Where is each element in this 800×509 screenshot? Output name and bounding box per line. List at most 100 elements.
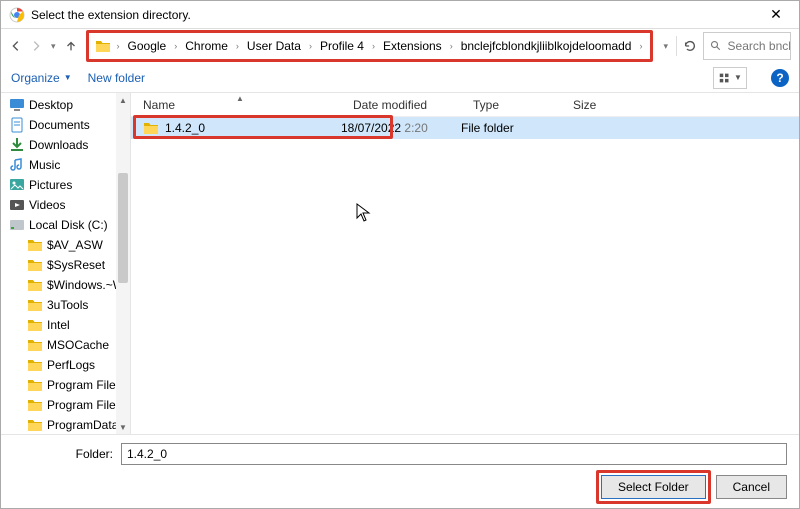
pictures-icon [9, 177, 25, 193]
tree-scrollbar[interactable]: ▲ ▼ [116, 93, 130, 434]
refresh-button[interactable] [683, 35, 697, 57]
column-size[interactable]: Size [561, 98, 621, 112]
scroll-down-button[interactable]: ▼ [116, 420, 130, 434]
music-icon [9, 157, 25, 173]
folder-name-input[interactable] [121, 443, 787, 465]
tree-item[interactable]: Videos [1, 195, 130, 215]
tree-item-label: Downloads [29, 138, 88, 152]
tree-item-label: $SysReset [47, 258, 105, 272]
forward-button[interactable] [29, 35, 43, 57]
column-date[interactable]: Date modified [341, 98, 461, 112]
select-folder-button[interactable]: Select Folder [601, 475, 706, 499]
folder-icon [143, 120, 159, 136]
tree-item[interactable]: Local Disk (C:) [1, 215, 130, 235]
view-options-button[interactable]: ▼ [713, 67, 747, 89]
breadcrumb-seg[interactable]: Extensions [381, 39, 444, 53]
breadcrumb[interactable]: › Google› Chrome› User Data› Profile 4› … [88, 32, 652, 60]
scroll-up-button[interactable]: ▲ [116, 93, 130, 107]
tree-item[interactable]: Intel [1, 315, 130, 335]
history-dropdown[interactable]: ▾ [49, 41, 58, 52]
tree-item-label: Local Disk (C:) [29, 218, 108, 232]
tree-item[interactable]: Program Files [1, 375, 130, 395]
breadcrumb-seg[interactable]: Profile 4 [318, 39, 366, 53]
breadcrumb-seg[interactable]: User Data [245, 39, 303, 53]
list-header: ▲Name Date modified Type Size [131, 93, 799, 117]
row-date: 18/07/2022 2:20 [341, 121, 461, 135]
dialog-footer: Folder: Select Folder Cancel [1, 434, 799, 508]
column-name[interactable]: ▲Name [131, 98, 341, 112]
tree-item[interactable]: Downloads [1, 135, 130, 155]
folder-icon [27, 237, 43, 253]
tree-item-label: Desktop [29, 98, 73, 112]
tree-item[interactable]: $AV_ASW [1, 235, 130, 255]
tree-item[interactable]: PerfLogs [1, 355, 130, 375]
videos-icon [9, 197, 25, 213]
tree-item[interactable]: Documents [1, 115, 130, 135]
breadcrumb-seg[interactable]: Chrome [183, 39, 230, 53]
breadcrumb-dropdown[interactable]: ▾ [661, 41, 670, 52]
tree-item[interactable]: MSOCache [1, 335, 130, 355]
tree-item[interactable]: Pictures [1, 175, 130, 195]
tree-item-label: Videos [29, 198, 65, 212]
tree-item[interactable]: $SysReset [1, 255, 130, 275]
sort-indicator-icon: ▲ [236, 94, 244, 103]
list-row[interactable]: 1.4.2_0 18/07/2022 2:20 File folder [131, 117, 799, 139]
folder-icon [27, 357, 43, 373]
tree-item-label: 3uTools [47, 298, 88, 312]
new-folder-button[interactable]: New folder [88, 71, 145, 85]
folder-icon [27, 417, 43, 433]
tree-item-label: ProgramData [47, 418, 118, 432]
tree-item-label: PerfLogs [47, 358, 95, 372]
tree-item-label: Documents [29, 118, 90, 132]
tree-item-label: MSOCache [47, 338, 109, 352]
folder-label: Folder: [13, 447, 113, 461]
downloads-icon [9, 137, 25, 153]
search-input[interactable]: Search bnclejfcblondkjliiblk... [703, 32, 791, 60]
breadcrumb-seg[interactable]: bnclejfcblondkjliiblkojdeloomadd [459, 39, 634, 53]
column-type[interactable]: Type [461, 98, 561, 112]
folder-icon [27, 257, 43, 273]
breadcrumb-seg[interactable]: Google [126, 39, 169, 53]
cancel-button[interactable]: Cancel [716, 475, 787, 499]
tree-item[interactable]: Desktop [1, 95, 130, 115]
folder-icon [27, 397, 43, 413]
tree-item-label: Intel [47, 318, 70, 332]
organize-menu[interactable]: Organize▼ [11, 71, 72, 85]
help-button[interactable]: ? [771, 69, 789, 87]
command-bar: Organize▼ New folder ▼ ? [1, 63, 799, 93]
main-area: Desktop Documents Downloads Music Pictures Vi… [1, 93, 799, 434]
row-type: File folder [461, 121, 561, 135]
search-icon [710, 40, 722, 52]
tree-item-label: $AV_ASW [47, 238, 103, 252]
tree-item[interactable]: Program Files ( [1, 395, 130, 415]
folder-tree[interactable]: Desktop Documents Downloads Music Pictures Vi… [1, 93, 131, 434]
file-list: ▲Name Date modified Type Size 1.4.2_0 18… [131, 93, 799, 434]
cursor-icon [356, 203, 372, 228]
folder-icon [27, 337, 43, 353]
documents-icon [9, 117, 25, 133]
titlebar: Select the extension directory. ✕ [1, 1, 799, 29]
up-button[interactable] [64, 35, 78, 57]
navbar: ▾ › Google› Chrome› User Data› Profile 4… [1, 29, 799, 63]
tree-item[interactable]: ProgramData [1, 415, 130, 434]
folder-icon [27, 277, 43, 293]
desktop-icon [9, 97, 25, 113]
folder-icon [27, 297, 43, 313]
close-button[interactable]: ✕ [761, 6, 791, 23]
folder-icon [95, 38, 111, 54]
window-title: Select the extension directory. [31, 8, 761, 22]
folder-icon [27, 317, 43, 333]
tree-item[interactable]: 3uTools [1, 295, 130, 315]
tree-item-label: Program Files [47, 378, 122, 392]
row-name: 1.4.2_0 [165, 121, 341, 135]
tree-item-label: Music [29, 158, 60, 172]
tree-item[interactable]: Music [1, 155, 130, 175]
tree-item-label: Pictures [29, 178, 72, 192]
chrome-icon [9, 7, 25, 23]
tree-item-label: $Windows.~W [47, 278, 124, 292]
disk-icon [9, 217, 25, 233]
scroll-thumb[interactable] [118, 173, 128, 283]
folder-icon [27, 377, 43, 393]
tree-item[interactable]: $Windows.~W [1, 275, 130, 295]
back-button[interactable] [9, 35, 23, 57]
